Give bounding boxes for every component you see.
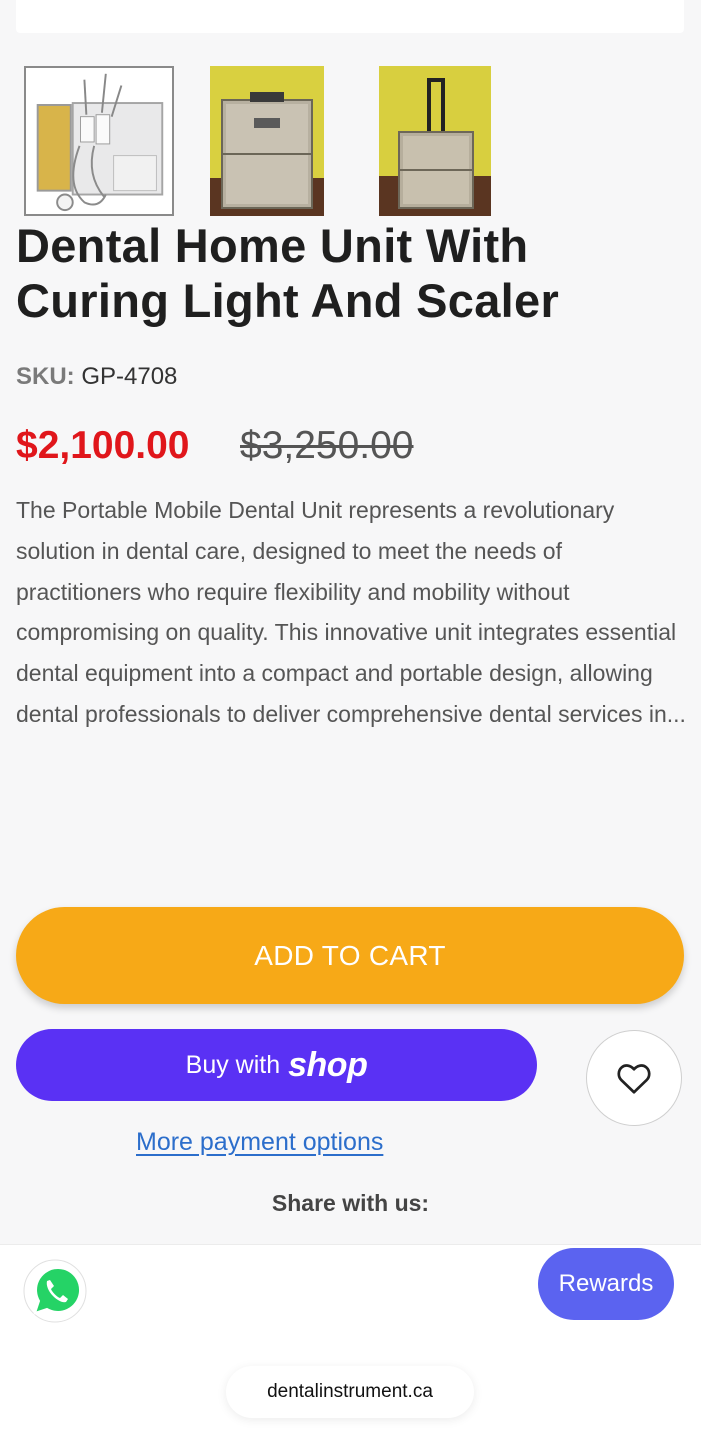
domain-address-pill[interactable]: dentalinstrument.ca (226, 1366, 474, 1418)
wishlist-button[interactable] (586, 1030, 682, 1126)
shop-logo: shop (288, 1045, 368, 1084)
thumbnail-2[interactable] (210, 66, 324, 216)
thumbnail-3[interactable] (379, 66, 491, 216)
sku-label: SKU: (16, 363, 75, 390)
product-title: Dental Home Unit With Curing Light And S… (16, 219, 560, 327)
more-payment-options-link[interactable]: More payment options (136, 1128, 383, 1157)
closed-case-front-image (210, 66, 324, 216)
heart-icon (617, 1064, 651, 1094)
dental-unit-open-case-image (26, 68, 172, 214)
thumbnail-1[interactable] (24, 66, 174, 216)
whatsapp-button[interactable] (22, 1258, 88, 1324)
image-viewer-card (16, 0, 684, 33)
buy-with-label: Buy with (185, 1050, 281, 1079)
case-with-handle-image (379, 66, 491, 216)
whatsapp-icon (23, 1259, 87, 1323)
sku-line: SKU: GP-4708 (16, 363, 177, 391)
buy-with-shop-button[interactable]: Buy with shop (16, 1029, 537, 1101)
sku-value: GP-4708 (81, 363, 178, 390)
product-description: The Portable Mobile Dental Unit represen… (16, 497, 686, 727)
original-price: $3,250.00 (240, 424, 414, 467)
rewards-button[interactable]: Rewards (538, 1248, 674, 1320)
add-to-cart-button[interactable]: ADD TO CART (16, 907, 684, 1004)
sale-price: $2,100.00 (16, 424, 190, 467)
share-label: Share with us: (271, 1190, 430, 1216)
